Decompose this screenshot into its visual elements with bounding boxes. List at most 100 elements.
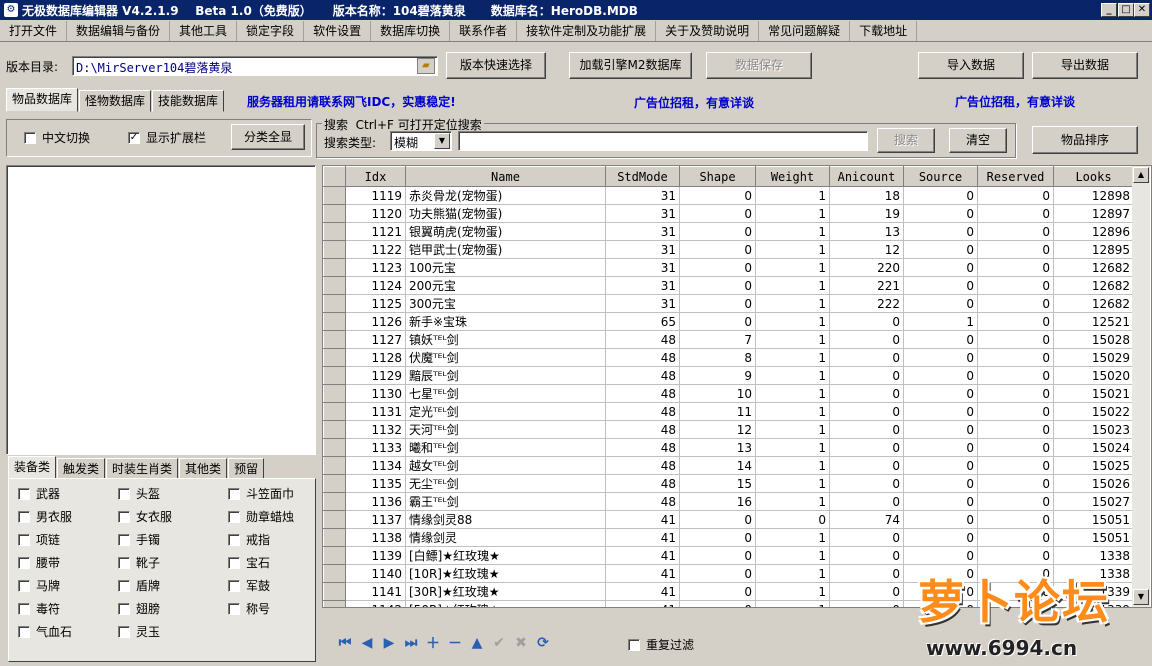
column-header[interactable]: Name (405, 166, 606, 187)
table-cell[interactable]: 12 (679, 420, 756, 439)
table-cell[interactable]: 41 (605, 528, 680, 547)
table-cell[interactable]: 1122 (345, 240, 406, 259)
table-cell[interactable]: 41 (605, 600, 680, 607)
table-cell[interactable]: 15021 (1053, 384, 1134, 403)
row-indicator[interactable] (323, 564, 346, 583)
search-type-select[interactable]: 模糊 ▼ (390, 131, 452, 151)
table-cell[interactable]: 19 (829, 204, 904, 223)
table-cell[interactable]: 1 (755, 456, 830, 475)
last-record-icon[interactable]: ⏭ (400, 635, 422, 651)
table-cell[interactable]: 12682 (1053, 276, 1134, 295)
table-cell[interactable]: 221 (829, 276, 904, 295)
table-cell[interactable]: 情缘剑灵88 (405, 510, 606, 529)
table-row[interactable]: 1134 越女ᵀᴱᴸ剑 48 14 1 0 0 0 15025 (323, 456, 1134, 475)
table-cell[interactable]: 1140 (345, 564, 406, 583)
search-input[interactable] (458, 131, 868, 151)
export-button[interactable]: 导出数据 (1032, 52, 1138, 79)
tab-fashion[interactable]: 时装生肖类 (106, 458, 179, 480)
row-indicator[interactable] (323, 546, 346, 565)
table-cell[interactable]: 31 (605, 276, 680, 295)
checkbox-box[interactable] (24, 131, 36, 144)
row-indicator[interactable] (323, 258, 346, 277)
menu-db-switch[interactable]: 数据库切换 (371, 20, 451, 41)
table-row[interactable]: 1135 无尘ᵀᴱᴸ剑 48 15 1 0 0 0 15026 (323, 474, 1134, 493)
category-checkbox[interactable]: 项链 (18, 531, 60, 548)
table-cell[interactable]: 0 (829, 492, 904, 511)
checkbox-box[interactable] (118, 533, 130, 546)
search-button[interactable]: 搜索 (877, 128, 935, 153)
column-header[interactable]: Weight (755, 166, 830, 187)
row-indicator[interactable] (323, 600, 346, 607)
refresh-icon[interactable]: ⟳ (532, 635, 554, 651)
row-indicator[interactable] (323, 474, 346, 493)
table-cell[interactable]: 0 (977, 384, 1054, 403)
table-row[interactable]: 1123 100元宝 31 0 1 220 0 0 12682 (323, 258, 1134, 277)
table-cell[interactable]: 15027 (1053, 492, 1134, 511)
table-cell[interactable]: 1137 (345, 510, 406, 529)
table-cell[interactable]: 越女ᵀᴱᴸ剑 (405, 456, 606, 475)
table-cell[interactable]: 1 (755, 366, 830, 385)
table-cell[interactable]: 48 (605, 384, 680, 403)
table-cell[interactable]: 0 (977, 492, 1054, 511)
table-cell[interactable]: 48 (605, 474, 680, 493)
table-cell[interactable]: 31 (605, 294, 680, 313)
row-indicator[interactable] (323, 312, 346, 331)
table-cell[interactable]: 0 (829, 312, 904, 331)
table-cell[interactable]: 12682 (1053, 294, 1134, 313)
table-row[interactable]: 1121 银翼萌虎(宠物蛋) 31 0 1 13 0 0 12896 (323, 222, 1134, 241)
table-cell[interactable]: 1129 (345, 366, 406, 385)
category-checkbox[interactable]: 男衣服 (18, 508, 72, 525)
table-cell[interactable]: 7 (679, 330, 756, 349)
table-cell[interactable]: 0 (829, 384, 904, 403)
maximize-button[interactable]: □ (1118, 3, 1134, 17)
table-cell[interactable]: 0 (829, 474, 904, 493)
table-cell[interactable]: 0 (977, 456, 1054, 475)
next-record-icon[interactable]: ▶ (378, 635, 400, 651)
table-cell[interactable]: 0 (903, 240, 978, 259)
checkbox-box[interactable] (118, 487, 130, 500)
check-icon[interactable]: ✓ (128, 131, 140, 144)
table-cell[interactable]: 0 (679, 582, 756, 601)
table-cell[interactable]: 0 (977, 276, 1054, 295)
table-cell[interactable]: 1 (755, 438, 830, 457)
table-cell[interactable]: 0 (903, 258, 978, 277)
table-cell[interactable]: 11 (679, 402, 756, 421)
row-indicator[interactable] (323, 438, 346, 457)
checkbox-box[interactable] (228, 487, 240, 500)
table-cell[interactable]: 0 (679, 240, 756, 259)
table-cell[interactable]: 31 (605, 240, 680, 259)
quick-select-button[interactable]: 版本快速选择 (446, 52, 546, 79)
table-row[interactable]: 1132 天河ᵀᴱᴸ剑 48 12 1 0 0 0 15023 (323, 420, 1134, 439)
table-cell[interactable]: 0 (903, 546, 978, 565)
menu-data-edit[interactable]: 数据编辑与备份 (67, 20, 171, 41)
category-checkbox[interactable]: 马牌 (18, 577, 60, 594)
table-row[interactable]: 1122 铠甲武士(宠物蛋) 31 0 1 12 0 0 12895 (323, 240, 1134, 259)
post-record-icon[interactable]: ✔ (488, 635, 510, 651)
table-cell[interactable]: 0 (977, 474, 1054, 493)
table-cell[interactable]: 15029 (1053, 348, 1134, 367)
tab-reserved[interactable]: 预留 (228, 458, 265, 480)
table-cell[interactable]: 1 (755, 546, 830, 565)
table-cell[interactable]: 1 (755, 258, 830, 277)
row-indicator[interactable] (323, 510, 346, 529)
table-cell[interactable]: 1131 (345, 402, 406, 421)
table-cell[interactable]: 1126 (345, 312, 406, 331)
row-indicator[interactable] (323, 294, 346, 313)
checkbox-box[interactable] (228, 602, 240, 615)
menu-lock-fields[interactable]: 锁定字段 (237, 20, 305, 41)
table-cell[interactable]: 18 (829, 186, 904, 205)
table-cell[interactable]: 12896 (1053, 222, 1134, 241)
table-cell[interactable]: 新手※宝珠 (405, 312, 606, 331)
table-cell[interactable]: 65 (605, 312, 680, 331)
table-cell[interactable]: 镇妖ᵀᴱᴸ剑 (405, 330, 606, 349)
table-cell[interactable]: 0 (903, 186, 978, 205)
table-cell[interactable]: 48 (605, 348, 680, 367)
checkbox-box[interactable] (118, 556, 130, 569)
category-checkbox[interactable]: 灵玉 (118, 623, 160, 640)
chinese-switch-checkbox[interactable]: 中文切换 (24, 129, 90, 146)
table-row[interactable]: 1124 200元宝 31 0 1 221 0 0 12682 (323, 276, 1134, 295)
table-cell[interactable]: 15 (679, 474, 756, 493)
checkbox-box[interactable] (628, 638, 640, 651)
table-cell[interactable]: 0 (679, 510, 756, 529)
table-row[interactable]: 1138 情缘剑灵 41 0 1 0 0 0 15051 (323, 528, 1134, 547)
